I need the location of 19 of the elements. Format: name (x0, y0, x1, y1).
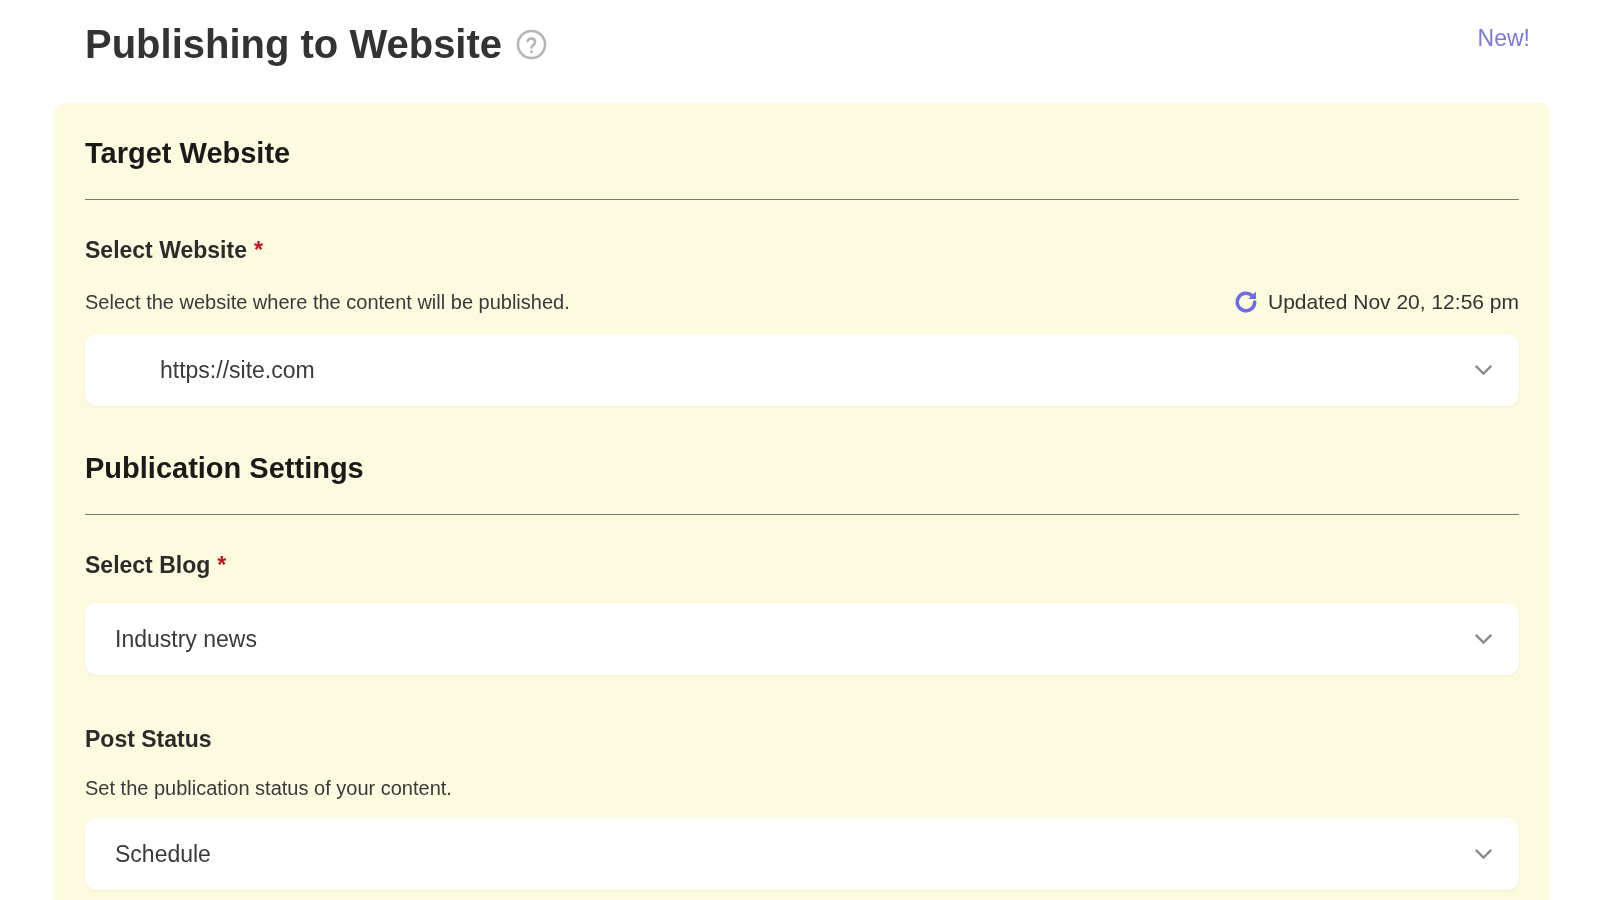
required-asterisk: * (253, 236, 263, 265)
chevron-down-icon (1474, 633, 1493, 645)
chevron-down-icon (1474, 848, 1493, 860)
field-label: Select Blog (85, 551, 211, 580)
field-label: Select Website (85, 236, 247, 265)
section-heading: Target Website (85, 136, 292, 171)
field-description: Set the publication status of your content. (85, 777, 452, 800)
section-heading: Publication Settings (85, 451, 365, 486)
field-label: Post Status (85, 725, 212, 754)
updated-time: Updated Nov 20, 12:56 pm (1268, 290, 1519, 314)
select-field[interactable]: Industry news (85, 603, 1519, 675)
required-asterisk: * (217, 551, 227, 580)
select-field[interactable]: https://site.com (85, 334, 1519, 406)
help-icon[interactable] (516, 28, 548, 60)
select-field[interactable]: Schedule (85, 818, 1519, 890)
page-title: Publishing to Website (85, 21, 503, 67)
chevron-down-icon (1474, 364, 1493, 376)
new-link[interactable]: New! (1477, 24, 1530, 52)
field-description: Select the website where the content will be published. (85, 290, 570, 314)
